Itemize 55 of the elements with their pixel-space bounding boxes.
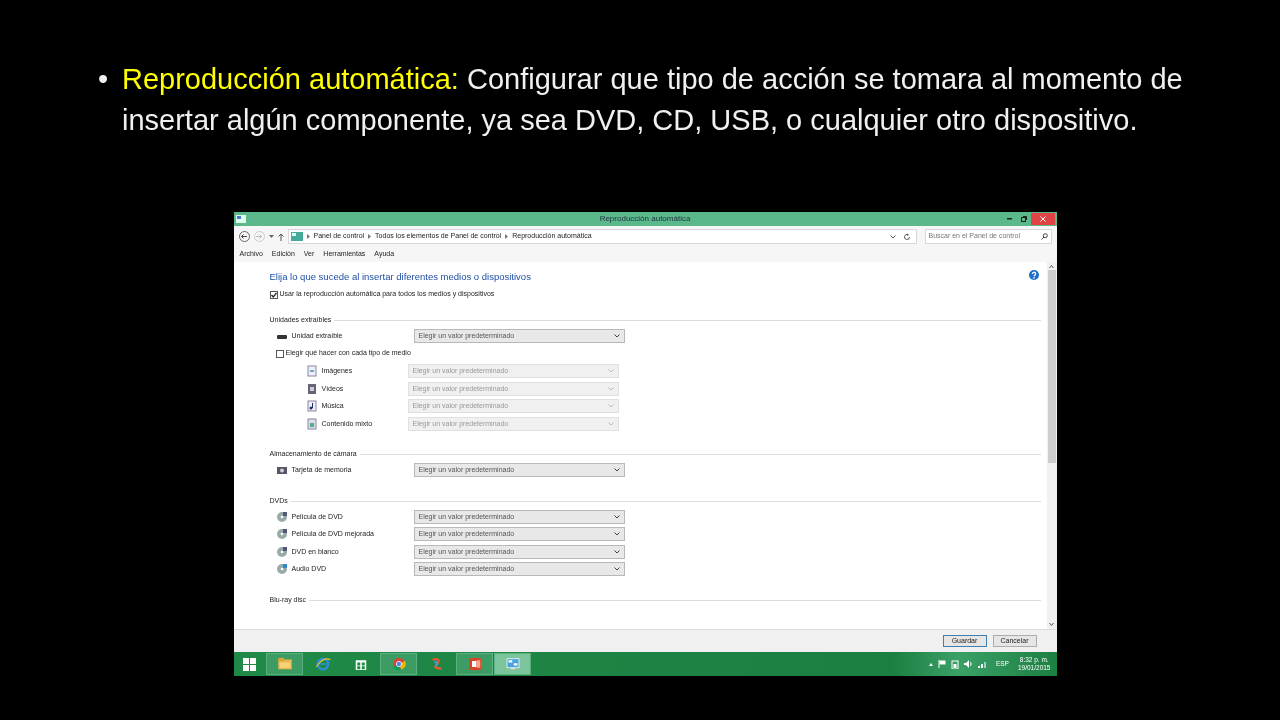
taskbar-app[interactable]: [380, 653, 417, 675]
signal-icon[interactable]: [977, 660, 987, 668]
flag-icon[interactable]: [937, 660, 946, 668]
back-arrow-icon: [241, 234, 247, 239]
windows-logo-icon: [243, 657, 256, 671]
chevron-down-icon: [613, 514, 620, 519]
document-icon: [305, 417, 318, 430]
chevron-down-icon: [613, 532, 620, 537]
music-note-icon: [305, 400, 318, 413]
chevron-down-icon: [607, 369, 614, 374]
browser-e-icon: [313, 655, 332, 673]
film-icon: [305, 382, 318, 395]
close-icon: [1039, 216, 1046, 222]
chevron-down-icon: [1049, 623, 1054, 626]
control-panel-icon: [290, 232, 303, 241]
image-icon: [305, 365, 318, 378]
disc-icon: [275, 545, 288, 558]
chevron-down-icon: [613, 549, 620, 554]
disc-icon: [275, 563, 288, 576]
refresh-icon[interactable]: [902, 232, 911, 241]
chevron-down-icon[interactable]: [889, 234, 896, 239]
chevron-up-icon: [1049, 265, 1054, 268]
battery-icon[interactable]: [950, 659, 959, 669]
restore-icon: [1020, 216, 1027, 222]
search-icon: [1040, 233, 1048, 240]
speaker-icon[interactable]: [963, 660, 973, 668]
caret-down-icon[interactable]: [268, 235, 274, 238]
chevron-right-icon: [505, 234, 509, 239]
checkbox[interactable]: [275, 349, 284, 358]
chevron-down-icon: [613, 468, 620, 473]
chevron-down-icon: [613, 333, 620, 338]
window-title: Reproducción automática: [599, 213, 691, 225]
chevron-down-icon: [613, 567, 620, 572]
up-arrow-icon[interactable]: [277, 232, 284, 241]
forward-arrow-icon: [256, 234, 262, 239]
chevron-down-icon: [607, 421, 614, 426]
checkbox[interactable]: [269, 290, 278, 299]
help-icon[interactable]: [1028, 270, 1039, 280]
taskbar-app[interactable]: [456, 653, 493, 675]
caret-up-icon[interactable]: [928, 662, 933, 666]
chevron-down-icon: [607, 386, 614, 391]
scrollbar[interactable]: [1046, 262, 1057, 629]
page-heading: Elija lo que sucede al insertar diferentes medios o dispositivos: [269, 270, 531, 284]
chevron-down-icon: [607, 404, 614, 409]
chevron-right-icon: [368, 234, 372, 239]
minimize-icon: [1007, 218, 1012, 220]
camera-icon: [275, 464, 288, 477]
chevron-right-icon: [306, 234, 310, 239]
disc-icon: [275, 528, 288, 541]
window-app-icon: [235, 215, 246, 223]
checkmark-icon: [270, 291, 277, 298]
disc-icon: [275, 510, 288, 523]
bullet: •: [98, 62, 110, 97]
slide-text: Reproducción automática: Configurar que tipo de acción se tomara al momento de insertar algún componente, ya sea DVD, CD, USB, o cualquier otro dispositivo.: [122, 62, 1184, 138]
close-button[interactable]: [1030, 213, 1055, 225]
